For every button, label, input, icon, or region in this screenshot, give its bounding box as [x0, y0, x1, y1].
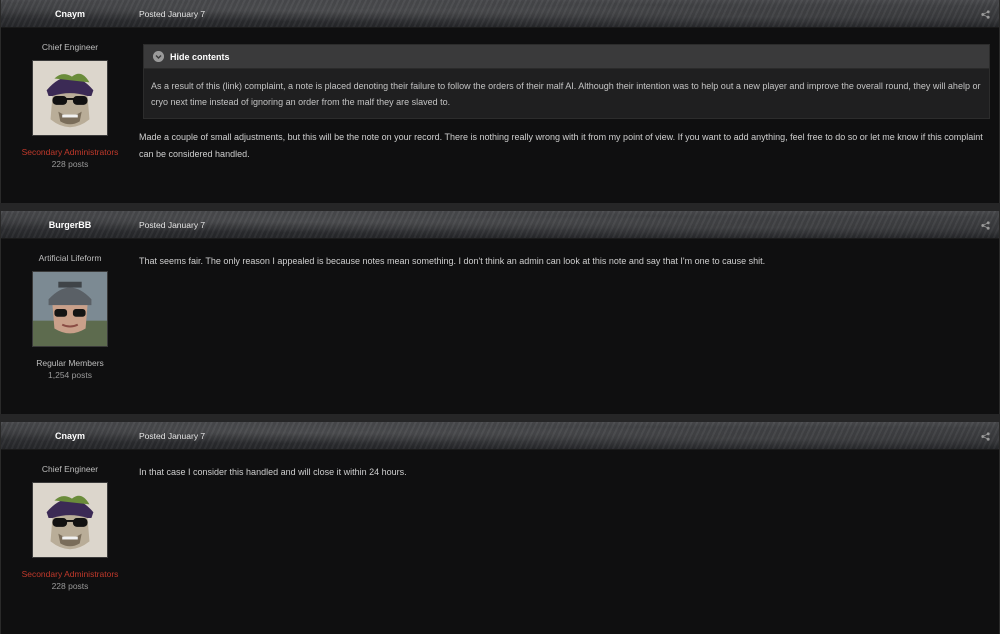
- forum-page: Cnaym Posted January 7 Chief Engineer Se…: [0, 0, 1000, 634]
- avatar[interactable]: [32, 271, 108, 347]
- avatar[interactable]: [32, 482, 108, 558]
- author-title: Chief Engineer: [41, 42, 99, 52]
- author-panel: Chief Engineer Secondary Administrators …: [1, 450, 139, 591]
- post-count: 228 posts: [51, 159, 89, 169]
- share-icon[interactable]: [981, 432, 990, 441]
- post-content: Hide contents As a result of this (link)…: [139, 28, 991, 163]
- author-panel: Chief Engineer Secondary Administrators …: [1, 28, 139, 169]
- author-name-link[interactable]: Cnaym: [1, 422, 139, 450]
- spoiler-text: As a result of this (link) complaint, a …: [151, 81, 981, 107]
- forum-post: Cnaym Posted January 7 Chief Engineer Se…: [0, 422, 1000, 634]
- author-panel: Artificial Lifeform Regular Members 1,25…: [1, 239, 139, 380]
- post-body-text: In that case I consider this handled and…: [139, 467, 407, 477]
- chevron-down-circle-icon[interactable]: [153, 51, 164, 62]
- post-body-text: Made a couple of small adjustments, but …: [139, 132, 983, 159]
- forum-post: BurgerBB Posted January 7 Artificial Lif…: [0, 211, 1000, 414]
- post-header: BurgerBB Posted January 7: [1, 211, 999, 239]
- share-icon[interactable]: [981, 10, 990, 19]
- author-name-link[interactable]: Cnaym: [1, 0, 139, 28]
- post-separator: [0, 203, 1000, 211]
- post-header: Cnaym Posted January 7: [1, 422, 999, 450]
- spoiler-toggle-label[interactable]: Hide contents: [170, 45, 230, 69]
- share-icon[interactable]: [981, 221, 990, 230]
- post-header: Cnaym Posted January 7: [1, 0, 999, 28]
- post-date[interactable]: Posted January 7: [139, 0, 205, 28]
- user-group-link[interactable]: Regular Members: [1, 358, 139, 368]
- post-separator: [0, 414, 1000, 422]
- post-count: 228 posts: [51, 581, 89, 591]
- avatar[interactable]: [32, 60, 108, 136]
- spoiler-block: Hide contents As a result of this (link)…: [143, 44, 990, 119]
- spoiler-header[interactable]: Hide contents: [144, 45, 989, 69]
- post-content: In that case I consider this handled and…: [139, 450, 991, 480]
- post-content: That seems fair. The only reason I appea…: [139, 239, 991, 269]
- author-name-link[interactable]: BurgerBB: [1, 211, 139, 239]
- author-title: Chief Engineer: [41, 464, 99, 474]
- post-count: 1,254 posts: [48, 370, 92, 380]
- post-date[interactable]: Posted January 7: [139, 422, 205, 450]
- user-group-link[interactable]: Secondary Administrators: [1, 147, 139, 157]
- forum-post: Cnaym Posted January 7 Chief Engineer Se…: [0, 0, 1000, 203]
- author-title: Artificial Lifeform: [38, 253, 102, 263]
- user-group-link[interactable]: Secondary Administrators: [1, 569, 139, 579]
- post-body-text: That seems fair. The only reason I appea…: [139, 256, 766, 266]
- post-date[interactable]: Posted January 7: [139, 211, 205, 239]
